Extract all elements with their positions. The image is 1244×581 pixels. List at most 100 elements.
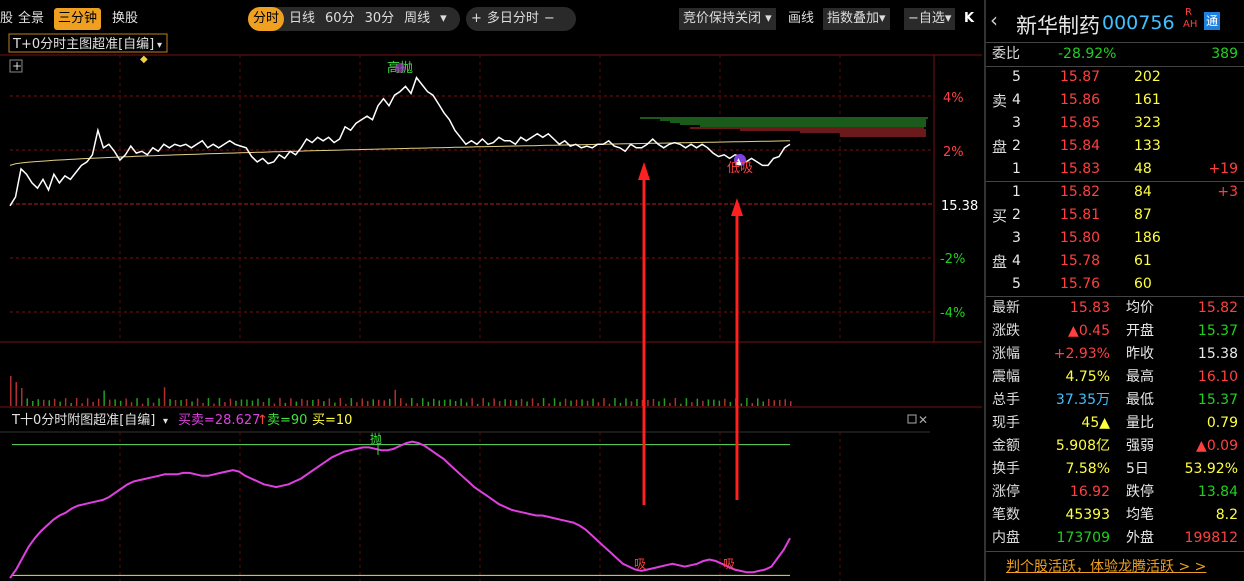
- bid-volume: 60: [1134, 276, 1152, 292]
- volume-bar: [108, 399, 111, 406]
- quote-value: 15.37: [1197, 323, 1238, 339]
- ask-volume: 133: [1134, 138, 1161, 154]
- bid-row[interactable]: 3 15.80 186: [986, 227, 1244, 250]
- draw-line-button[interactable]: 画线: [788, 8, 814, 30]
- close-icon[interactable]: ✕: [918, 413, 928, 427]
- intraday-chart: T+0分时主图超准[自编] ▾ ◆ + 高抛 ▲ 低吸 4% 2% 15.38 …: [0, 33, 982, 581]
- volume-bar: [586, 400, 589, 406]
- bid-row[interactable]: 5 15.76 60: [986, 273, 1244, 296]
- volume-bar: [235, 400, 237, 406]
- bid-row[interactable]: 1 15.82 84 +3: [986, 181, 1244, 204]
- volume-bar: [713, 399, 715, 406]
- ask-level: 2: [1012, 138, 1021, 154]
- self-select-dropdown[interactable]: −自选▾: [904, 8, 956, 30]
- weibi-row: 委比 -28.92% 389: [986, 43, 1244, 66]
- ask-row[interactable]: 2 15.84 133: [986, 135, 1244, 158]
- panel-toggle-icon[interactable]: K: [964, 8, 974, 30]
- volume-bar: [70, 403, 72, 406]
- volume-bar: [141, 403, 144, 406]
- volume-bar: [482, 398, 484, 406]
- volume-bar: [229, 398, 232, 406]
- volume-bar: [81, 403, 83, 406]
- ask-row[interactable]: 5 15.87 202: [986, 66, 1244, 89]
- bid-volume: 186: [1134, 230, 1161, 246]
- sell-mark-label: 抛: [370, 431, 382, 446]
- chevron-left-icon[interactable]: ‹: [990, 8, 998, 32]
- volume-bar: [174, 400, 177, 406]
- prev-close-label: 15.38: [941, 199, 978, 214]
- maximize-icon[interactable]: [907, 414, 917, 424]
- quote-label: 换手: [992, 461, 1020, 477]
- volume-bar: [427, 401, 429, 406]
- quote-label: 涨跌: [992, 323, 1020, 339]
- period-intraday[interactable]: 分时: [248, 7, 285, 31]
- bid-row[interactable]: 2 15.81 87: [986, 204, 1244, 227]
- volume-bar: [520, 398, 523, 406]
- tab-switch-stock[interactable]: 换股: [112, 8, 138, 30]
- order-depth-bar: [680, 123, 926, 125]
- volume-bar: [790, 401, 792, 406]
- volume-bar: [246, 399, 248, 406]
- period-weekly[interactable]: 周线: [399, 7, 435, 31]
- tab-three-minute[interactable]: 三分钟: [54, 8, 102, 30]
- quote-row: 涨跌 ▲0.45 开盘 15.37: [986, 320, 1244, 343]
- volume-bar: [48, 400, 50, 406]
- quote-value: 45▲: [1081, 415, 1110, 431]
- volume-bar: [691, 402, 693, 406]
- chevron-down-icon[interactable]: ▾: [435, 7, 452, 31]
- badge-tong[interactable]: 通: [1204, 12, 1221, 30]
- plus-icon[interactable]: +: [466, 7, 487, 31]
- auction-dropdown[interactable]: 竞价保持关闭 ▾: [679, 8, 776, 30]
- chevron-down-icon[interactable]: ▾: [163, 416, 168, 427]
- quote-row: 金额 5.908亿 强弱 ▲0.09: [986, 435, 1244, 458]
- ask-volume: 161: [1134, 92, 1161, 108]
- sell-threshold: 卖=90: [267, 413, 307, 428]
- volume-bar: [592, 398, 594, 406]
- quote-row: 笔数 45393 均笔 8.2: [986, 504, 1244, 527]
- ask-row[interactable]: 4 15.86 161: [986, 89, 1244, 112]
- period-daily[interactable]: 日线: [284, 7, 320, 31]
- buy-threshold: 买=10: [312, 413, 352, 428]
- volume-bar: [251, 400, 254, 406]
- volume-bar: [443, 399, 446, 406]
- volume-bar: [647, 400, 649, 406]
- volume-bar: [784, 399, 786, 406]
- order-depth-bar: [660, 119, 926, 121]
- volume-bar: [702, 400, 704, 406]
- volume-bar: [37, 399, 39, 406]
- quote-label: 涨停: [992, 484, 1020, 500]
- chevron-down-icon[interactable]: ▾: [157, 40, 162, 51]
- chevron-down-icon: ▾: [765, 11, 772, 26]
- ask-row[interactable]: 1 15.83 48 +19: [986, 158, 1244, 181]
- bid-volume: 87: [1134, 207, 1152, 223]
- divider: [986, 551, 1244, 552]
- sub-indicator-title[interactable]: T十0分时附图超准[自编]: [11, 413, 155, 428]
- period-30min[interactable]: 30分: [360, 7, 400, 31]
- index-overlay-dropdown[interactable]: 指数叠加▾: [823, 8, 890, 30]
- promo-link[interactable]: 判个股活跃，体验龙腾活跃 > >: [1006, 556, 1206, 576]
- minus-icon[interactable]: −: [539, 7, 560, 31]
- period-60min[interactable]: 60分: [320, 7, 360, 31]
- volume-bar: [196, 398, 199, 406]
- volume-bar: [762, 401, 764, 406]
- order-depth-bar: [840, 133, 926, 135]
- volume-bar: [405, 403, 407, 406]
- quote-label: 总手: [992, 392, 1020, 408]
- tab-panorama[interactable]: 全景: [18, 8, 44, 30]
- order-depth-bar: [740, 129, 926, 131]
- volume-bar: [59, 401, 61, 406]
- pct-label-neg2: -2%: [940, 252, 965, 267]
- plus-icon: +: [12, 59, 22, 73]
- toolbar-cut-label[interactable]: 股: [0, 8, 13, 30]
- volume-bar: [570, 400, 572, 406]
- volume-bar: [284, 402, 287, 406]
- bid-row[interactable]: 4 15.78 61: [986, 250, 1244, 273]
- volume-bar: [619, 402, 622, 406]
- volume-bar: [334, 402, 336, 406]
- volume-bar: [26, 398, 28, 406]
- quote-value: 199812: [1184, 530, 1238, 546]
- price-line: [9, 76, 791, 207]
- ask-row[interactable]: 3 15.85 323: [986, 112, 1244, 135]
- volume-bar: [21, 388, 23, 406]
- bid-price: 15.78: [1060, 253, 1101, 269]
